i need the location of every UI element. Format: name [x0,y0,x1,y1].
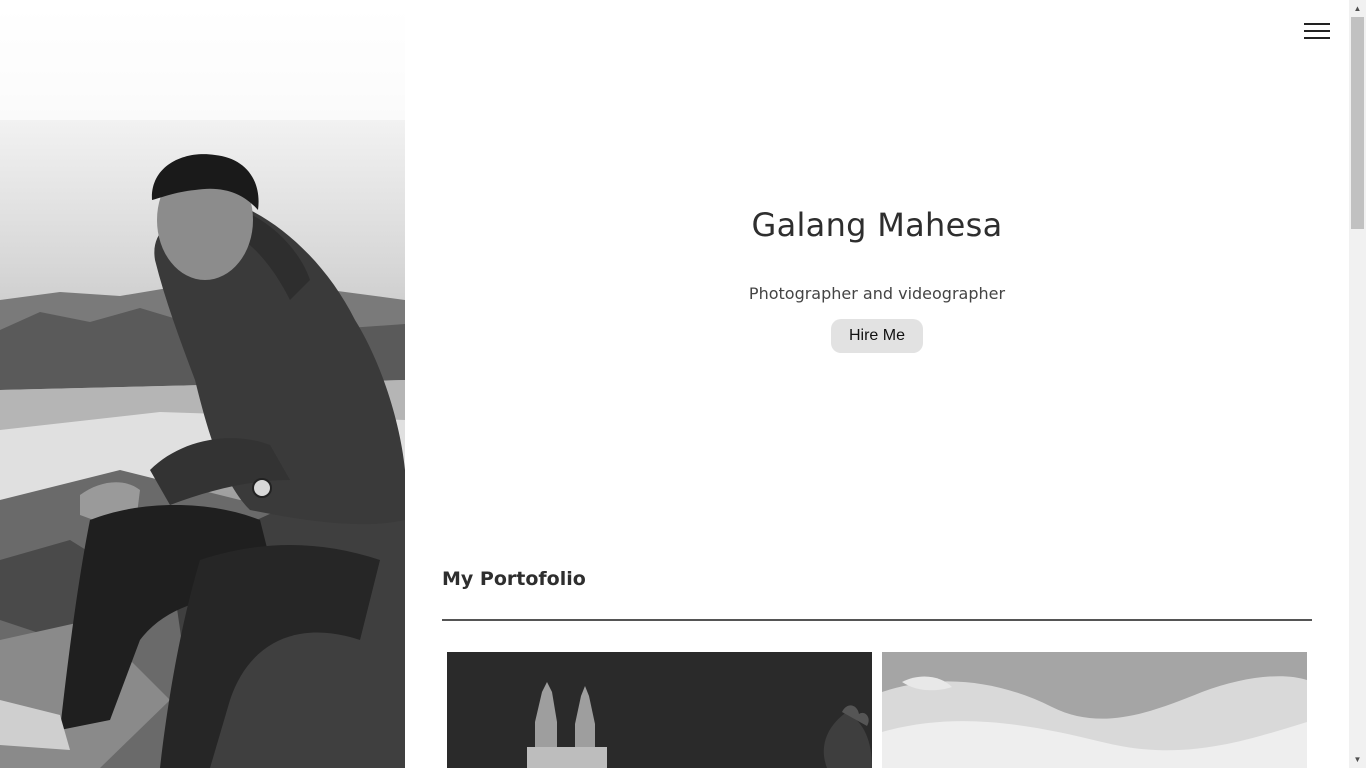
tagline: Photographer and videographer [748,284,1006,303]
scroll-up-arrow-icon[interactable]: ▲ [1349,0,1366,17]
scrollbar-thumb[interactable] [1351,17,1364,229]
portfolio-heading: My Portofolio [442,568,586,590]
menu-bar [1304,23,1330,25]
cloudy-sky-photo[interactable] [882,652,1307,768]
menu-bar [1304,30,1330,32]
church-night-photo[interactable] [447,652,872,768]
scrollbar[interactable]: ▲ ▼ [1349,0,1366,768]
scroll-down-arrow-icon[interactable]: ▼ [1349,751,1366,768]
menu-bar [1304,37,1330,39]
hamburger-menu-icon[interactable] [1304,21,1330,41]
page-title: Galang Mahesa [751,206,1003,244]
page: Galang Mahesa Photographer and videograp… [0,0,1366,768]
portrait-photo [0,0,405,768]
divider [442,619,1312,621]
hire-me-button[interactable]: Hire Me [831,319,923,353]
